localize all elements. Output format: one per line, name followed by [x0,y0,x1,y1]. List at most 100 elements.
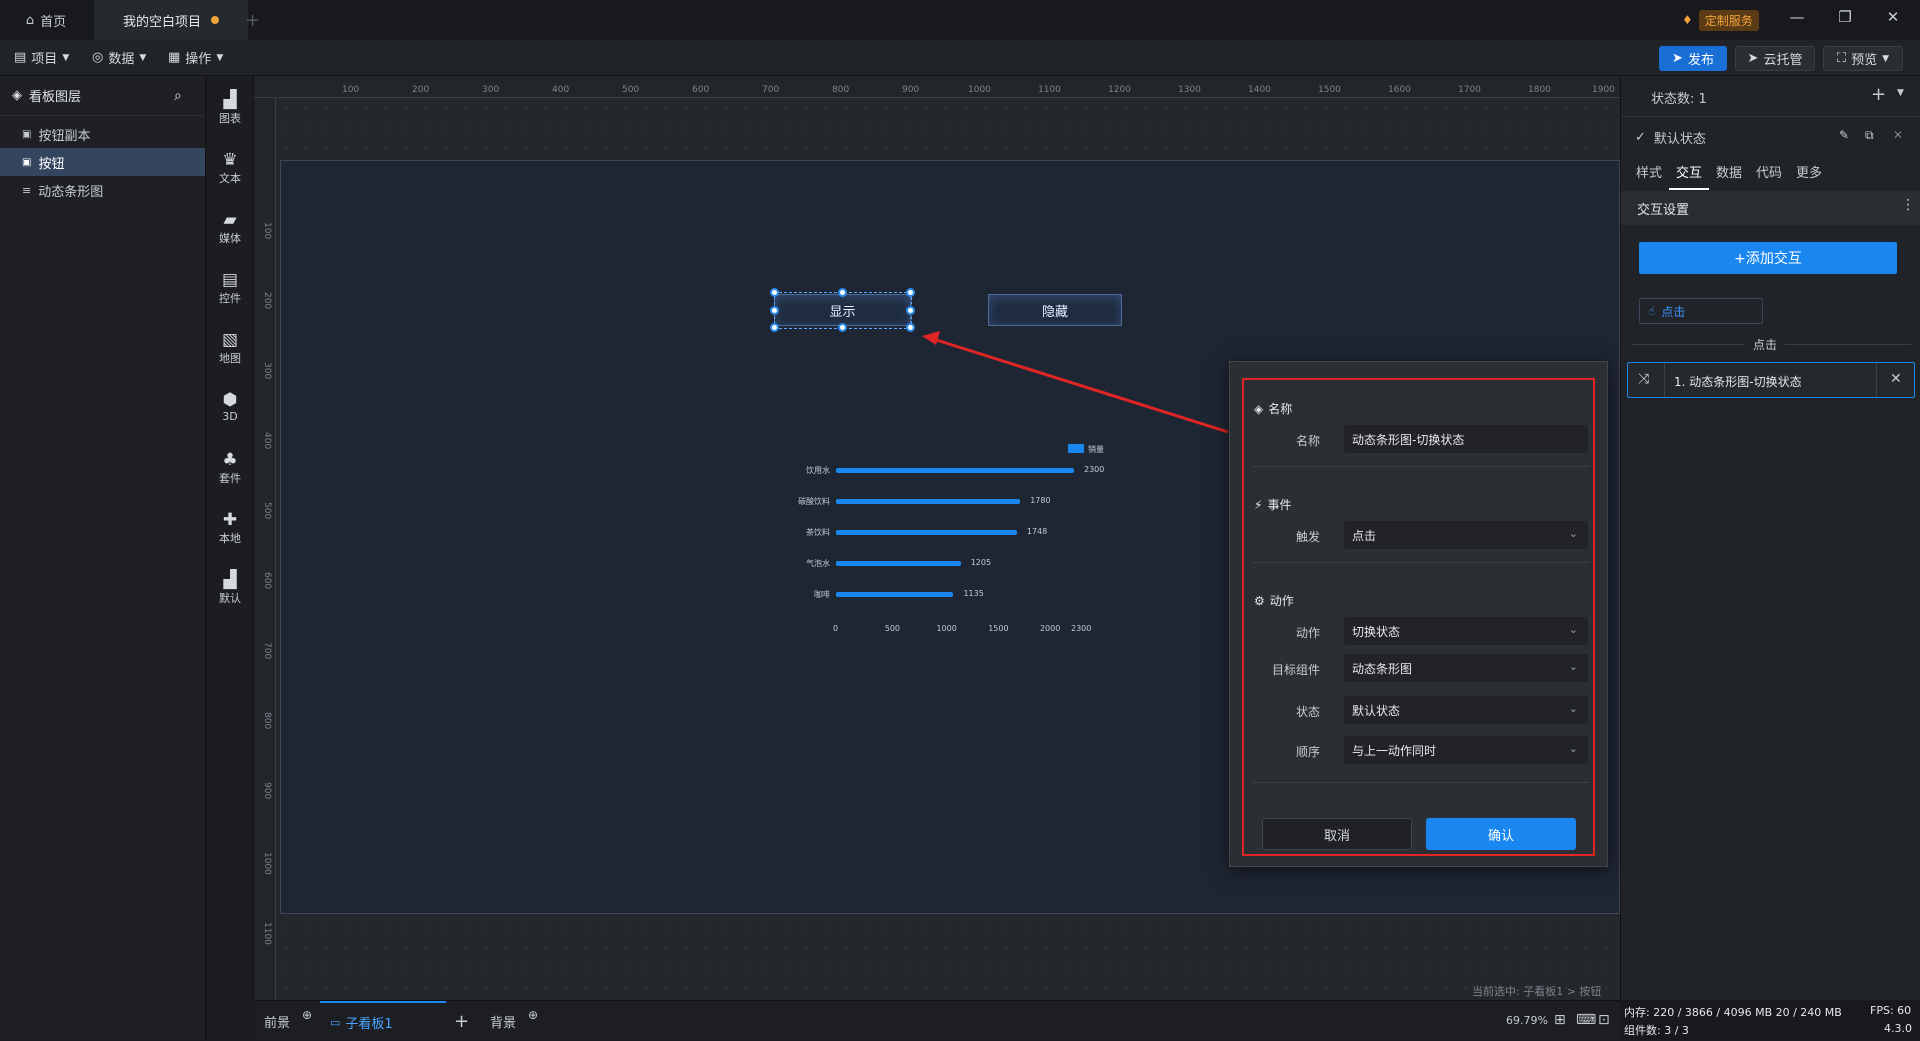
diamond-icon: ◈ [1254,401,1264,416]
copy-icon[interactable]: ⧉ [1865,128,1874,143]
lightning-icon: ⚡ [1254,497,1263,512]
chevron-down-icon: ⌄ [1568,660,1578,673]
edit-icon[interactable]: ✎ [1839,128,1849,142]
zoom-level: 69.79% [1506,1014,1548,1027]
bar[interactable] [836,499,1021,504]
state-select[interactable]: 默认状态 ⌄ [1344,696,1588,724]
divider [1252,466,1589,467]
target-label: 目标组件 [1271,663,1320,677]
action-select[interactable]: 切换状态 ⌄ [1344,617,1588,645]
action-value: 切换状态 [1352,624,1401,639]
category-label: 碳酸饮料 [798,497,830,506]
tab-foreground[interactable]: 前景 ⊕ [264,1001,312,1041]
cancel-label: 取消 [1323,828,1350,844]
tab-code[interactable]: 代码 [1749,160,1789,190]
group-label: 点击 [1745,336,1786,353]
terminal-icon[interactable]: ⊡ [1598,1012,1610,1028]
confirm-button[interactable]: 确认 [1426,818,1576,850]
version-label: 4.3.0 [1884,1022,1912,1035]
state-label: 状态 [1295,705,1320,719]
tab-more[interactable]: 更多 [1789,160,1829,190]
component-count: 组件数: 3 / 3 [1624,1024,1689,1037]
tab-background[interactable]: 背景 ⊕ [490,1001,538,1041]
x-tick-label: 2000 [1039,624,1061,633]
divider [1876,363,1877,397]
chevron-down-icon: ⌄ [1568,527,1578,540]
bar[interactable] [836,468,1074,473]
confirm-label: 确认 [1487,828,1514,844]
selection-path: 当前选中: 子看板1 > 按钮 [1472,985,1602,998]
tab-data[interactable]: 数据 [1709,160,1749,190]
check-icon: ✓ [1635,130,1646,145]
tab-interaction[interactable]: 交互 [1669,160,1709,190]
bottom-bar: 前景 ⊕ ▭ 子看板1 + 背景 ⊕ 当前选中: 子看板1 > 按钮 69.79… [254,985,1620,1041]
property-tabs: 样式 交互 数据 代码 更多 [1621,160,1920,190]
x-tick-label: 0 [833,624,839,633]
keyboard-icon[interactable]: ⌨ [1576,1012,1596,1028]
fit-screen-icon[interactable]: ⊞ [1554,1012,1566,1028]
tab-subboard[interactable]: ▭ 子看板1 [320,1001,446,1041]
bar[interactable] [836,592,954,597]
close-icon[interactable]: ✕ [1893,128,1903,142]
divider [1664,363,1665,397]
order-select[interactable]: 与上一动作同时 ⌄ [1344,736,1588,764]
interaction-item[interactable]: ⤨ 1. 动态条形图-切换状态 ✕ [1627,362,1915,398]
arrow-line [929,336,1229,434]
divider [1252,782,1589,783]
shuffle-icon: ⤨ [1638,371,1650,387]
chevron-down-icon: ⌄ [1568,702,1578,715]
state-value: 默认状态 [1352,703,1401,718]
close-icon[interactable]: ✕ [1890,371,1902,387]
bar[interactable] [836,530,1017,535]
divider [1252,562,1589,563]
action-section-title: 动作 [1269,594,1294,608]
tab-foreground-label: 前景 [264,1015,291,1031]
trigger-label: 触发 [1295,530,1320,544]
legend-swatch [1068,444,1084,453]
category-label: 茶饮料 [806,528,830,537]
trigger-value: 点击 [1352,528,1377,543]
chevron-down-icon[interactable]: ▼ [1897,88,1904,98]
target-value: 动态条形图 [1352,661,1413,676]
default-state-label: 默认状态 [1653,132,1706,147]
event-chip[interactable]: ☝ 点击 [1639,298,1763,324]
value-label: 1135 [963,589,984,598]
chevron-down-icon: ⌄ [1568,742,1578,755]
category-label: 气泡水 [806,559,830,568]
default-state-row[interactable]: ✓ 默认状态 [1635,128,1706,147]
category-label: 咖啡 [814,590,830,599]
target-select[interactable]: 动态条形图 ⌄ [1344,654,1588,682]
bar[interactable] [836,561,961,566]
more-vertical-icon[interactable]: ⋮ [1901,197,1915,213]
action-label: 动作 [1295,626,1320,640]
interaction-dialog: ◈ 名称 名称 动态条形图-切换状态 ⚡ 事件 触发 点击 ⌄ ⚙ 动作 动作 … [1229,361,1608,867]
add-circle-icon[interactable]: ⊕ [528,1008,538,1022]
value-label: 1748 [1026,527,1048,536]
action-section: ⚙ 动作 [1254,592,1294,609]
name-value: 动态条形图-切换状态 [1352,432,1465,447]
tab-style[interactable]: 样式 [1629,160,1669,190]
event-section-title: 事件 [1267,498,1292,512]
property-panel: 状态数: 1 + ▼ ✓ 默认状态 ✎ ⧉ ✕ 样式 交互 数据 代码 更多 交… [1620,76,1920,1000]
name-section-title: 名称 [1268,402,1293,416]
add-interaction-button[interactable]: +添加交互 [1639,242,1897,274]
x-tick-label: 2300 [1071,624,1092,633]
pointer-icon: ☝ [1648,304,1656,318]
name-field[interactable]: 动态条形图-切换状态 [1344,425,1588,453]
value-label: 1780 [1030,496,1051,505]
add-circle-icon[interactable]: ⊕ [302,1008,312,1022]
event-chip-label: 点击 [1661,304,1686,319]
trigger-select[interactable]: 点击 ⌄ [1344,521,1588,549]
monitor-icon: ▭ [330,1015,341,1029]
bar-chart[interactable]: 销量 饮用水 2300 碳酸饮料 1780 茶饮料 1748 气泡水 1205 咖啡 1135 0 5… [790,440,1110,633]
interaction-item-label: 1. 动态条形图-切换状态 [1674,375,1802,389]
add-state-icon[interactable]: + [1871,84,1886,105]
action-icon: ⚙ [1254,593,1265,608]
value-label: 2300 [1084,465,1105,474]
name-section: ◈ 名称 [1254,400,1292,417]
add-interaction-label: +添加交互 [1734,251,1802,267]
cancel-button[interactable]: 取消 [1262,818,1412,850]
add-board-icon[interactable]: + [454,1001,469,1041]
section-title: 交互设置 [1637,203,1690,218]
tab-background-label: 背景 [490,1015,517,1031]
